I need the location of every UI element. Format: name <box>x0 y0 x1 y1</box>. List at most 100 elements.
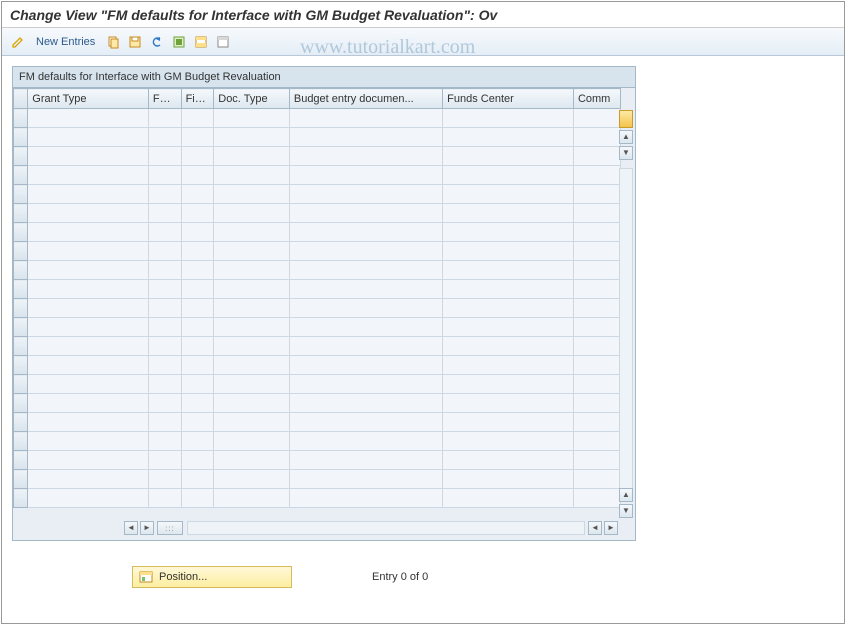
row-selector[interactable] <box>14 413 28 432</box>
cell[interactable] <box>148 413 181 432</box>
undo-icon[interactable] <box>147 32 167 52</box>
copy-icon[interactable] <box>103 32 123 52</box>
table-row[interactable] <box>14 147 621 166</box>
cell[interactable] <box>289 394 442 413</box>
cell[interactable] <box>181 204 214 223</box>
cell[interactable] <box>148 242 181 261</box>
cell[interactable] <box>443 147 574 166</box>
cell[interactable] <box>573 318 620 337</box>
cell[interactable] <box>573 337 620 356</box>
scroll-down-icon[interactable]: ▲ <box>619 488 633 502</box>
table-row[interactable] <box>14 223 621 242</box>
cell[interactable] <box>148 432 181 451</box>
table-row[interactable] <box>14 375 621 394</box>
cell[interactable] <box>443 299 574 318</box>
select-all-corner[interactable] <box>14 89 28 109</box>
scroll-rightmost-icon[interactable]: ► <box>604 521 618 535</box>
table-row[interactable] <box>14 166 621 185</box>
cell[interactable] <box>289 261 442 280</box>
cell[interactable] <box>214 432 290 451</box>
table-row[interactable] <box>14 470 621 489</box>
row-selector[interactable] <box>14 489 28 508</box>
cell[interactable] <box>181 223 214 242</box>
vertical-scrollbar[interactable] <box>619 168 633 498</box>
cell[interactable] <box>148 223 181 242</box>
cell[interactable] <box>148 394 181 413</box>
cell[interactable] <box>28 470 149 489</box>
cell[interactable] <box>214 242 290 261</box>
table-row[interactable] <box>14 337 621 356</box>
table-row[interactable] <box>14 413 621 432</box>
row-selector[interactable] <box>14 451 28 470</box>
cell[interactable] <box>214 166 290 185</box>
row-selector[interactable] <box>14 299 28 318</box>
cell[interactable] <box>289 280 442 299</box>
cell[interactable] <box>148 109 181 128</box>
cell[interactable] <box>289 128 442 147</box>
cell[interactable] <box>214 223 290 242</box>
row-selector[interactable] <box>14 375 28 394</box>
cell[interactable] <box>573 375 620 394</box>
cell[interactable] <box>289 166 442 185</box>
table-row[interactable] <box>14 318 621 337</box>
cell[interactable] <box>148 356 181 375</box>
cell[interactable] <box>181 489 214 508</box>
row-selector[interactable] <box>14 128 28 147</box>
row-selector[interactable] <box>14 242 28 261</box>
cell[interactable] <box>443 223 574 242</box>
table-row[interactable] <box>14 451 621 470</box>
cell[interactable] <box>573 185 620 204</box>
cell[interactable] <box>443 318 574 337</box>
row-selector[interactable] <box>14 261 28 280</box>
cell[interactable] <box>148 337 181 356</box>
cell[interactable] <box>289 451 442 470</box>
row-selector[interactable] <box>14 470 28 489</box>
cell[interactable] <box>289 185 442 204</box>
cell[interactable] <box>214 204 290 223</box>
cell[interactable] <box>28 394 149 413</box>
scroll-left-icon[interactable]: ► <box>140 521 154 535</box>
table-row[interactable] <box>14 242 621 261</box>
scroll-right-icon[interactable]: ◄ <box>588 521 602 535</box>
cell[interactable] <box>28 242 149 261</box>
table-row[interactable] <box>14 185 621 204</box>
cell[interactable] <box>289 109 442 128</box>
cell[interactable] <box>181 375 214 394</box>
cell[interactable] <box>573 261 620 280</box>
cell[interactable] <box>28 147 149 166</box>
row-selector[interactable] <box>14 337 28 356</box>
new-entries-button[interactable]: New Entries <box>30 34 101 50</box>
save-variant-icon[interactable] <box>125 32 145 52</box>
cell[interactable] <box>289 432 442 451</box>
table-row[interactable] <box>14 128 621 147</box>
cell[interactable] <box>289 489 442 508</box>
scroll-top-icon[interactable]: ▲ <box>619 130 633 144</box>
cell[interactable] <box>214 128 290 147</box>
cell[interactable] <box>28 204 149 223</box>
cell[interactable] <box>289 413 442 432</box>
cell[interactable] <box>28 375 149 394</box>
cell[interactable] <box>573 204 620 223</box>
cell[interactable] <box>28 185 149 204</box>
cell[interactable] <box>214 375 290 394</box>
cell[interactable] <box>573 280 620 299</box>
cell[interactable] <box>28 451 149 470</box>
scroll-bottom-icon[interactable]: ▼ <box>619 504 633 518</box>
cell[interactable] <box>148 280 181 299</box>
cell[interactable] <box>28 356 149 375</box>
cell[interactable] <box>573 432 620 451</box>
cell[interactable] <box>214 356 290 375</box>
cell[interactable] <box>148 299 181 318</box>
col-fm[interactable]: FM... <box>148 89 181 109</box>
cell[interactable] <box>28 337 149 356</box>
cell[interactable] <box>181 299 214 318</box>
cell[interactable] <box>214 394 290 413</box>
row-selector[interactable] <box>14 394 28 413</box>
table-row[interactable] <box>14 204 621 223</box>
cell[interactable] <box>214 185 290 204</box>
cell[interactable] <box>443 394 574 413</box>
select-all-icon[interactable] <box>169 32 189 52</box>
cell[interactable] <box>443 375 574 394</box>
col-comm[interactable]: Comm <box>573 89 620 109</box>
cell[interactable] <box>573 128 620 147</box>
